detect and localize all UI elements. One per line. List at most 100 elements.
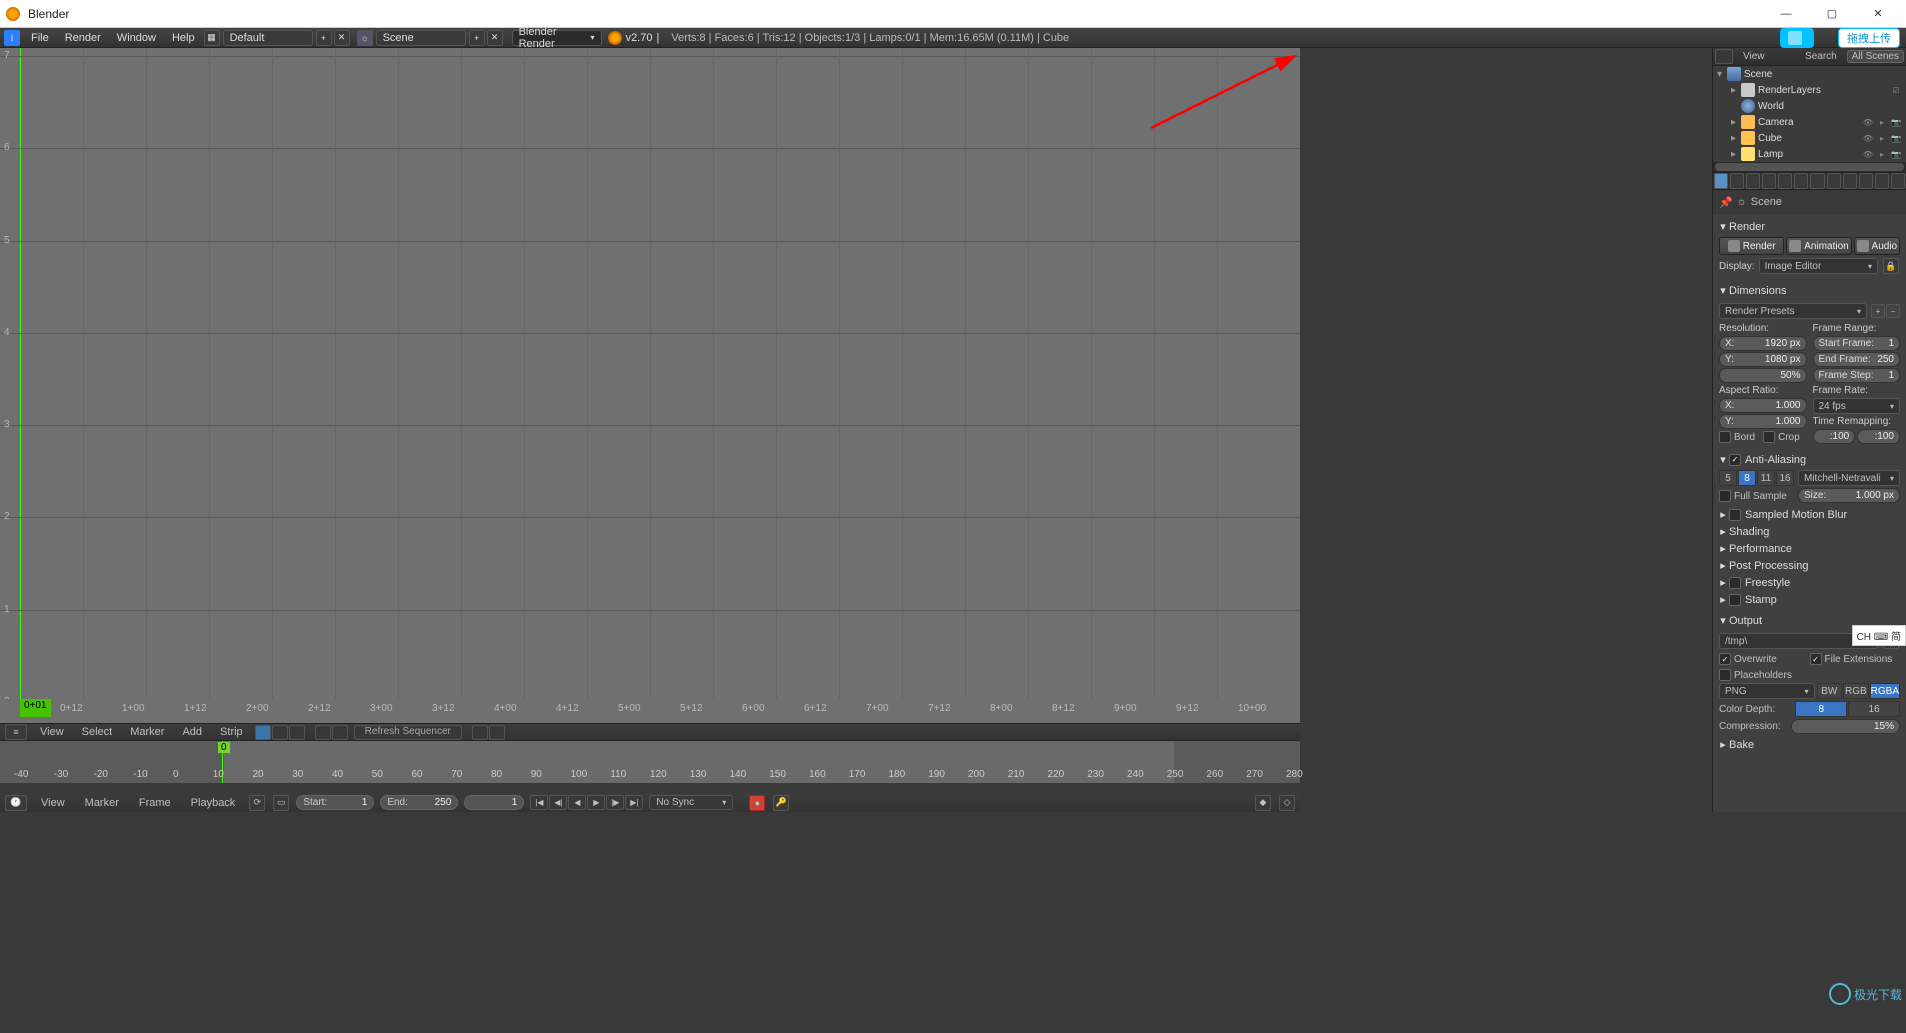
prop-tab-scene-icon[interactable] <box>1746 173 1760 189</box>
file-format-dropdown[interactable]: PNG▾ <box>1719 683 1815 699</box>
expand-icon[interactable]: ▸ <box>1731 117 1741 128</box>
seq-menu-strip[interactable]: Strip <box>214 726 249 738</box>
prop-tab-modifiers-icon[interactable] <box>1810 173 1824 189</box>
outliner-toggle-icon[interactable]: ▸ <box>1876 116 1888 128</box>
prop-tab-world-icon[interactable] <box>1762 173 1776 189</box>
sync-mode-dropdown[interactable]: No Sync▾ <box>649 795 733 810</box>
color-bw-button[interactable]: BW <box>1817 683 1843 699</box>
tl-icon-1[interactable]: ⟳ <box>249 795 265 811</box>
menu-render[interactable]: Render <box>57 32 109 44</box>
prop-tab-constraints-icon[interactable] <box>1794 173 1808 189</box>
tl-menu-playback[interactable]: Playback <box>184 797 243 809</box>
compression-field[interactable]: 15% <box>1791 719 1901 734</box>
display-lock-icon[interactable]: 🔒 <box>1883 258 1899 274</box>
seq-disp-2-icon[interactable] <box>332 725 348 740</box>
outliner-row[interactable]: World <box>1713 98 1906 114</box>
panel-performance-head[interactable]: ▸Performance <box>1717 540 1902 557</box>
seq-tail-1-icon[interactable] <box>472 725 488 740</box>
expand-icon[interactable]: ▸ <box>1731 85 1741 96</box>
outliner-toggle-icon[interactable]: 👁 <box>1862 148 1874 160</box>
outliner-search-tab[interactable]: Search <box>1799 51 1843 62</box>
prop-tab-material-icon[interactable] <box>1843 173 1857 189</box>
jump-start-button[interactable]: |◀ <box>530 795 548 810</box>
aa-sample-8-button[interactable]: 8 <box>1738 470 1756 486</box>
outliner-row[interactable]: ▸Lamp👁▸📷 <box>1713 146 1906 162</box>
current-frame-field[interactable]: 1 <box>464 795 524 810</box>
seq-menu-marker[interactable]: Marker <box>124 726 170 738</box>
aa-filter-dropdown[interactable]: Mitchell-Netravali▾ <box>1798 470 1900 486</box>
prop-tab-particles-icon[interactable] <box>1875 173 1889 189</box>
screen-layout-icon[interactable]: ▦ <box>204 30 220 46</box>
outliner-row[interactable]: ▸Camera👁▸📷 <box>1713 114 1906 130</box>
seq-menu-select[interactable]: Select <box>76 726 119 738</box>
outliner-toggle-icon[interactable]: ☑ <box>1890 84 1902 96</box>
end-frame-field[interactable]: End:250 <box>380 795 458 810</box>
res-y-field[interactable]: Y:1080 px <box>1719 352 1807 367</box>
start-frame-field[interactable]: Start:1 <box>296 795 374 810</box>
jump-end-button[interactable]: ▶| <box>625 795 643 810</box>
outliner-row[interactable]: ▸Cube👁▸📷 <box>1713 130 1906 146</box>
scene-icon[interactable]: ☼ <box>357 30 373 46</box>
panel-aa-head[interactable]: ▾✓Anti-Aliasing <box>1717 451 1902 468</box>
crop-checkbox[interactable] <box>1763 431 1775 443</box>
outliner-toggle-icon[interactable]: 📷 <box>1890 116 1902 128</box>
scene-field[interactable]: Scene <box>376 30 466 46</box>
cloud-icon-button[interactable] <box>1780 28 1814 48</box>
panel-bake-head[interactable]: ▸Bake <box>1717 736 1902 753</box>
res-x-field[interactable]: X:1920 px <box>1719 336 1807 351</box>
outliner-toggle-icon[interactable]: 📷 <box>1890 132 1902 144</box>
border-checkbox[interactable] <box>1719 431 1731 443</box>
stamp-checkbox[interactable] <box>1729 594 1741 606</box>
record-button[interactable]: ● <box>749 795 765 811</box>
aa-sample-16-button[interactable]: 16 <box>1776 470 1794 486</box>
outliner-scrollbar[interactable] <box>1713 162 1906 172</box>
display-dropdown[interactable]: Image Editor▾ <box>1759 258 1878 274</box>
timeline-editor-icon[interactable]: 🕐 <box>5 795 27 811</box>
outliner-toggle-icon[interactable]: 📷 <box>1890 148 1902 160</box>
screen-layout-field[interactable]: Default <box>223 30 313 46</box>
editor-type-icon[interactable]: i <box>4 30 20 46</box>
prop-tab-physics-icon[interactable] <box>1891 173 1905 189</box>
aa-sample-5-button[interactable]: 5 <box>1719 470 1737 486</box>
panel-shading-head[interactable]: ▸Shading <box>1717 523 1902 540</box>
layout-remove-button[interactable]: ✕ <box>334 30 350 46</box>
timeline-editor[interactable]: 0 -40-30-20-1001020304050607080901001101… <box>0 741 1300 783</box>
keyframe-next-button[interactable]: |▶ <box>606 795 624 810</box>
panel-dimensions-head[interactable]: ▾Dimensions <box>1717 282 1902 299</box>
depth-8-button[interactable]: 8 <box>1795 701 1847 717</box>
prop-tab-object-icon[interactable] <box>1778 173 1792 189</box>
outliner-row[interactable]: ▸RenderLayers☑ <box>1713 82 1906 98</box>
close-button[interactable]: ✕ <box>1856 0 1900 28</box>
render-button[interactable]: Render <box>1719 237 1784 255</box>
tl-menu-marker[interactable]: Marker <box>78 797 126 809</box>
expand-icon[interactable]: ▸ <box>1731 133 1741 144</box>
panel-post-head[interactable]: ▸Post Processing <box>1717 557 1902 574</box>
animation-button[interactable]: Animation <box>1786 237 1851 255</box>
freestyle-checkbox[interactable] <box>1729 577 1741 589</box>
refresh-sequencer-button[interactable]: Refresh Sequencer <box>354 725 462 740</box>
frame-step-prop[interactable]: Frame Step:1 <box>1813 368 1901 383</box>
seq-mode-both-icon[interactable] <box>289 725 305 740</box>
seq-mode-preview-icon[interactable] <box>272 725 288 740</box>
remap-old-field[interactable]: :100 <box>1813 429 1856 444</box>
prop-tab-render-icon[interactable] <box>1714 173 1728 189</box>
seq-menu-add[interactable]: Add <box>176 726 208 738</box>
seq-menu-view[interactable]: View <box>34 726 70 738</box>
audio-button[interactable]: Audio <box>1854 237 1900 255</box>
aa-size-field[interactable]: Size:1.000 px <box>1798 488 1900 503</box>
preset-remove-icon[interactable]: − <box>1886 304 1900 318</box>
seq-mode-sequencer-icon[interactable] <box>255 725 271 740</box>
menu-help[interactable]: Help <box>164 32 203 44</box>
render-presets-dropdown[interactable]: Render Presets▾ <box>1719 303 1867 319</box>
render-engine-dropdown[interactable]: Blender Render▾ <box>512 30 602 46</box>
overwrite-checkbox[interactable]: ✓ <box>1719 653 1731 665</box>
pin-icon[interactable]: 📌 <box>1719 196 1733 209</box>
outliner-toggle-icon[interactable]: 👁 <box>1862 116 1874 128</box>
seq-tail-2-icon[interactable] <box>489 725 505 740</box>
end-frame-prop[interactable]: End Frame:250 <box>1813 352 1901 367</box>
panel-render-head[interactable]: ▾Render <box>1717 218 1902 235</box>
scene-add-button[interactable]: + <box>469 30 485 46</box>
tl-tail-2-icon[interactable]: ◇ <box>1279 795 1295 811</box>
outliner-filter-dropdown[interactable]: All Scenes <box>1847 50 1904 63</box>
outliner-editor-icon[interactable] <box>1715 49 1733 64</box>
